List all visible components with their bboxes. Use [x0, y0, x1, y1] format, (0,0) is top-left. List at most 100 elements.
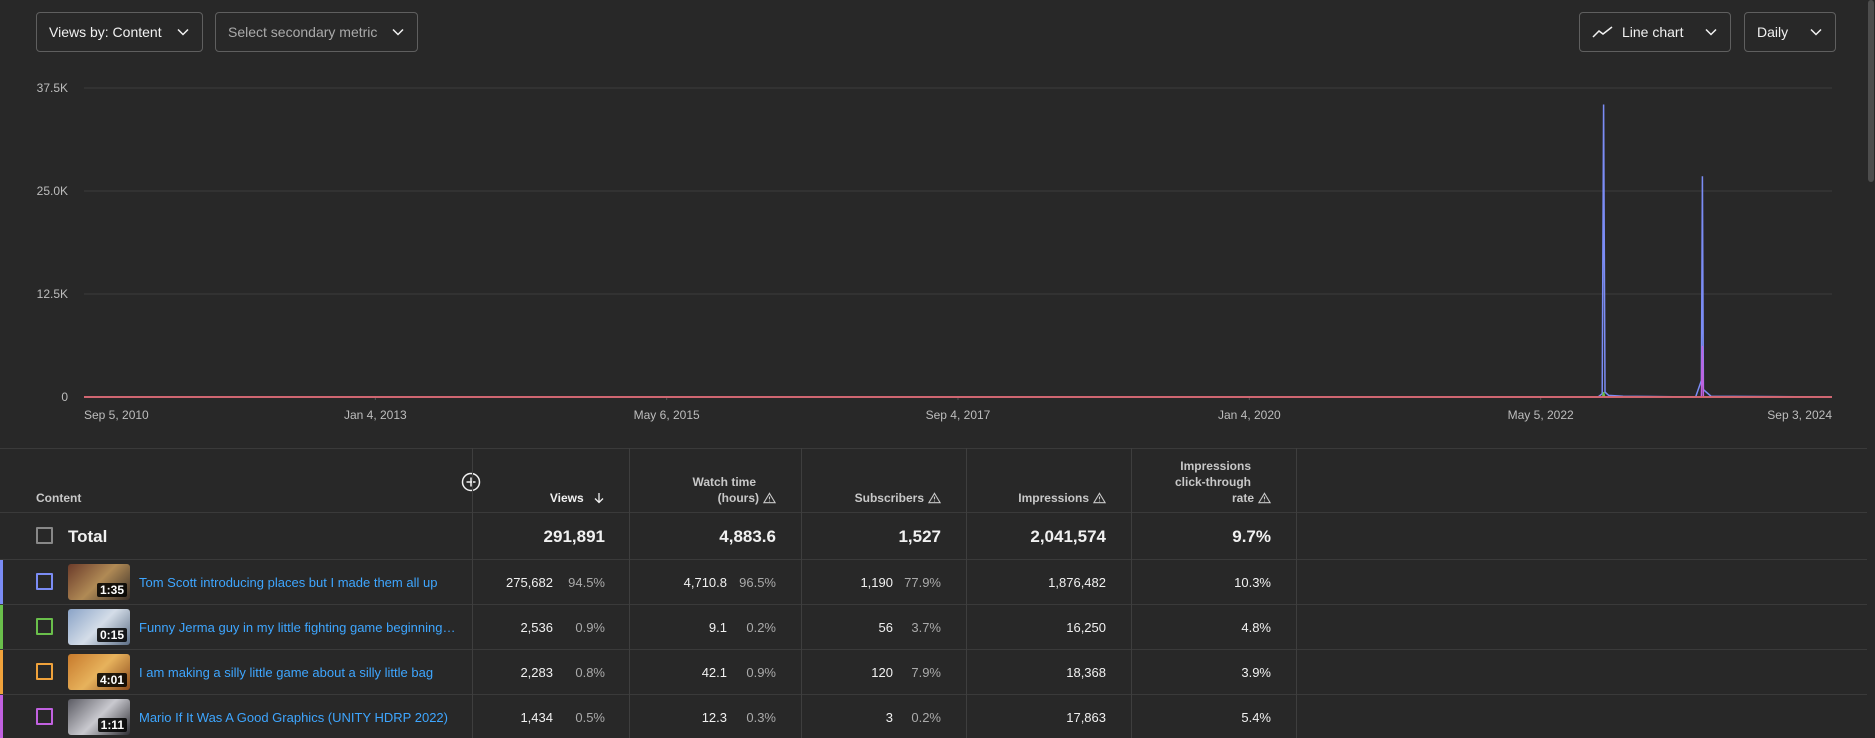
total-row: Total 291,891 4,883.6 1,527 2,041,574 9.… [0, 512, 1867, 559]
row-checkbox[interactable] [36, 708, 53, 725]
row-checkbox[interactable] [36, 573, 53, 590]
video-thumbnail[interactable]: 1:35 [68, 564, 130, 600]
row-views-pct: 94.5% [568, 575, 605, 590]
x-tick-label: Sep 5, 2010 [84, 408, 149, 422]
header-watch-time-l2: (hours) [717, 491, 759, 505]
series-line-1[interactable] [84, 104, 1833, 398]
warning-icon [1258, 492, 1271, 504]
views-by-dropdown[interactable]: Views by: Content [36, 12, 203, 52]
warning-icon [928, 492, 941, 504]
row-watch-time: 42.1 [701, 665, 727, 680]
row-views: 2,536 [520, 620, 553, 635]
total-views: 291,891 [543, 527, 605, 546]
secondary-metric-dropdown[interactable]: Select secondary metric [215, 12, 418, 52]
video-title-link[interactable]: I am making a silly little game about a … [139, 665, 433, 680]
table-row[interactable]: 4:01 I am making a silly little game abou… [0, 649, 1867, 694]
chart-type-dropdown[interactable]: Line chart [1579, 12, 1731, 52]
row-views: 2,283 [520, 665, 553, 680]
video-title-link[interactable]: Funny Jerma guy in my little fighting ga… [139, 620, 461, 635]
chevron-down-icon [1705, 28, 1717, 36]
x-tick-label: May 6, 2015 [634, 408, 700, 422]
header-views-label: Views [549, 491, 584, 505]
header-content[interactable]: Content [36, 490, 81, 506]
header-impressions[interactable]: Impressions [1018, 490, 1106, 506]
row-impressions: 1,876,482 [1048, 575, 1106, 590]
header-watch-time-l1: Watch time [692, 475, 756, 489]
series-line-4[interactable] [84, 345, 1832, 398]
series-color-bar [0, 605, 3, 649]
header-ctr[interactable]: Impressions click-through rate [1175, 458, 1271, 506]
scrollbar-thumb[interactable] [1868, 0, 1874, 182]
sort-down-icon [594, 493, 604, 504]
total-impressions: 2,041,574 [1030, 527, 1106, 546]
row-subscribers: 1,190 [860, 575, 893, 590]
row-subscribers: 3 [885, 710, 893, 725]
header-subscribers[interactable]: Subscribers [855, 490, 941, 506]
video-title-link[interactable]: Tom Scott introducing places but I made … [139, 575, 437, 590]
table-row[interactable]: 1:35 Tom Scott introducing places but I m… [0, 559, 1867, 604]
x-tick-label: Sep 3, 2024 [1767, 408, 1832, 422]
table-row[interactable]: 0:15 Funny Jerma guy in my little fightin… [0, 604, 1867, 649]
series-color-bar [0, 560, 3, 604]
row-views-pct: 0.9% [575, 620, 605, 635]
row-watch-time: 12.3 [701, 710, 727, 725]
row-views: 275,682 [506, 575, 553, 590]
page-scrollbar[interactable] [1867, 0, 1875, 738]
y-tick-label: 37.5K [37, 81, 68, 95]
row-checkbox[interactable] [36, 663, 53, 680]
column-divider [472, 448, 473, 738]
table-row[interactable]: 1:11 Mario If It Was A Good Graphics (UNI… [0, 694, 1867, 738]
views-line-chart[interactable]: 37.5K 25.0K 12.5K 0 Sep 5, 2010 Jan 4, 2013 Ma… [0, 70, 1867, 430]
video-duration: 1:35 [96, 583, 127, 597]
row-watch-time-pct: 0.9% [746, 665, 776, 680]
x-tick-label: Jan 4, 2020 [1218, 408, 1281, 422]
video-thumbnail[interactable]: 4:01 [68, 654, 130, 690]
total-watch-time: 4,883.6 [719, 527, 776, 546]
row-subscribers: 56 [878, 620, 893, 635]
header-impressions-label: Impressions [1018, 491, 1089, 505]
x-tick-label: Sep 4, 2017 [926, 408, 991, 422]
table-header: Content Views Watch time (hours) Subscri… [0, 448, 1867, 512]
column-divider [1131, 448, 1132, 738]
x-tick-label: May 5, 2022 [1508, 408, 1574, 422]
total-label: Total [68, 527, 108, 546]
add-metric-icon[interactable] [461, 472, 481, 492]
row-ctr: 3.9% [1241, 665, 1271, 680]
header-views[interactable]: Views [550, 490, 605, 506]
row-checkbox[interactable] [36, 618, 53, 635]
warning-icon [763, 492, 776, 504]
header-ctr-l2: click-through [1174, 475, 1251, 489]
row-impressions: 16,250 [1066, 620, 1106, 635]
row-views-pct: 0.8% [575, 665, 605, 680]
column-divider [966, 448, 967, 738]
row-views: 1,434 [520, 710, 553, 725]
header-watch-time[interactable]: Watch time (hours) [692, 474, 776, 506]
granularity-label: Daily [1757, 24, 1789, 40]
line-chart-icon [1592, 26, 1613, 38]
row-watch-time: 9.1 [708, 620, 727, 635]
views-by-label: Views by: Content [49, 24, 162, 40]
header-ctr-l1: Impressions [1180, 459, 1251, 473]
granularity-dropdown[interactable]: Daily [1744, 12, 1836, 52]
column-divider [801, 448, 802, 738]
total-ctr: 9.7% [1232, 527, 1271, 546]
row-ctr: 10.3% [1234, 575, 1271, 590]
row-subscribers-pct: 0.2% [911, 710, 941, 725]
row-views-pct: 0.5% [575, 710, 605, 725]
row-subscribers-pct: 7.9% [911, 665, 941, 680]
row-subscribers-pct: 3.7% [911, 620, 941, 635]
total-subscribers: 1,527 [898, 527, 941, 546]
video-duration: 4:01 [96, 673, 127, 687]
video-title-link[interactable]: Mario If It Was A Good Graphics (UNITY H… [139, 710, 448, 725]
column-divider [629, 448, 630, 738]
row-subscribers-pct: 77.9% [904, 575, 941, 590]
y-tick-label: 0 [61, 390, 68, 404]
video-thumbnail[interactable]: 1:11 [68, 699, 130, 735]
total-checkbox[interactable] [36, 527, 53, 544]
row-subscribers: 120 [871, 665, 893, 680]
y-tick-label: 25.0K [37, 184, 68, 198]
x-tick-label: Jan 4, 2013 [344, 408, 407, 422]
secondary-metric-placeholder: Select secondary metric [228, 24, 378, 40]
video-thumbnail[interactable]: 0:15 [68, 609, 130, 645]
row-watch-time: 4,710.8 [683, 575, 727, 590]
